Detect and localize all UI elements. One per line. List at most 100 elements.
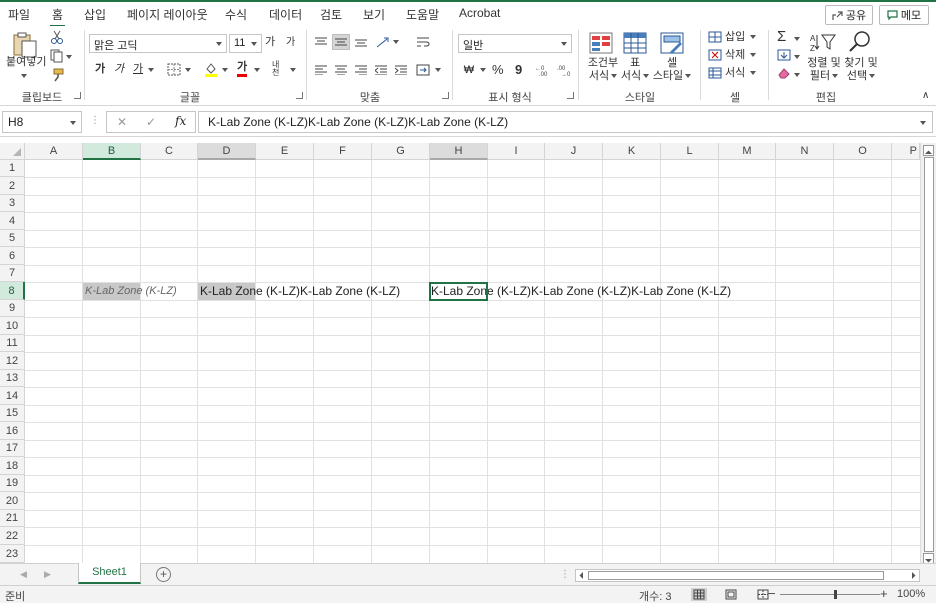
font-launcher[interactable] <box>296 92 303 99</box>
confirm-edit-icon[interactable]: ✓ <box>146 115 156 129</box>
add-sheet-button[interactable]: + <box>156 567 171 582</box>
align-center-button[interactable] <box>332 62 350 78</box>
cell-b8[interactable]: K-Lab Zone (K-LZ) <box>85 285 177 297</box>
formula-bar-splitter[interactable]: ⋮ <box>90 115 100 126</box>
format-cells-button[interactable]: 서식 <box>725 67 757 80</box>
column-header-i[interactable]: I <box>488 143 545 160</box>
row-header-21[interactable]: 21 <box>0 510 25 527</box>
row-header-19[interactable]: 19 <box>0 475 25 492</box>
font-color-dropdown[interactable] <box>252 64 260 77</box>
prev-sheet-icon[interactable]: ◀ <box>20 569 27 580</box>
clear-dropdown[interactable] <box>792 69 800 82</box>
number-launcher[interactable] <box>567 92 574 99</box>
scroll-left-icon[interactable] <box>577 571 586 580</box>
wrap-text-button[interactable] <box>414 34 432 50</box>
status-count[interactable]: 개수: 3 <box>639 588 671 603</box>
paste-icon[interactable] <box>12 31 38 59</box>
select-all-button[interactable] <box>0 143 25 160</box>
row-header-6[interactable]: 6 <box>0 247 25 265</box>
underline-button[interactable]: 가 <box>133 63 143 76</box>
share-button[interactable]: 공유 <box>825 5 873 25</box>
tab-splitter-icon[interactable]: ⋮ <box>560 569 570 580</box>
format-as-table-label-1[interactable]: 표 <box>621 57 649 70</box>
percent-button[interactable]: % <box>492 62 504 78</box>
alignment-launcher[interactable] <box>442 92 449 99</box>
row-header-10[interactable]: 10 <box>0 317 25 335</box>
column-header-p[interactable]: P <box>892 143 920 160</box>
decrease-decimal-button[interactable]: .00 →0 <box>556 62 574 78</box>
page-layout-view-button[interactable] <box>723 588 739 601</box>
orientation-dropdown[interactable] <box>391 36 399 49</box>
row-header-2[interactable]: 2 <box>0 177 25 195</box>
column-header-k[interactable]: K <box>603 143 661 160</box>
align-middle-button[interactable] <box>332 34 350 50</box>
tab-data[interactable]: 데이터 <box>269 6 302 23</box>
insert-function-icon[interactable]: fx <box>175 114 186 128</box>
row-header-18[interactable]: 18 <box>0 457 25 475</box>
font-color-button[interactable]: 가 <box>237 61 248 78</box>
copy-icon[interactable] <box>50 49 64 63</box>
tab-acrobat[interactable]: Acrobat <box>459 6 500 20</box>
formula-input[interactable]: K-Lab Zone (K-LZ)K-Lab Zone (K-LZ)K-Lab … <box>198 111 933 133</box>
paste-dropdown[interactable] <box>19 70 27 83</box>
cell-d8[interactable]: K-Lab Zone (K-LZ)K-Lab Zone (K-LZ) <box>200 284 400 298</box>
zoom-level[interactable]: 100% <box>897 588 925 600</box>
font-size-select[interactable]: 11 <box>229 34 262 53</box>
increase-indent-button[interactable] <box>392 62 410 78</box>
increase-decimal-button[interactable]: ←0.00 <box>534 62 552 78</box>
fill-dropdown[interactable] <box>792 51 800 64</box>
row-header-14[interactable]: 14 <box>0 387 25 405</box>
row-header-12[interactable]: 12 <box>0 352 25 370</box>
row-header-9[interactable]: 9 <box>0 300 25 317</box>
row-header-7[interactable]: 7 <box>0 265 25 282</box>
row-header-22[interactable]: 22 <box>0 527 25 545</box>
fill-color-dropdown[interactable] <box>220 64 228 77</box>
scroll-up-button[interactable] <box>923 145 934 156</box>
delete-cells-icon[interactable] <box>708 49 722 61</box>
clipboard-launcher[interactable] <box>74 92 81 99</box>
scroll-right-icon[interactable] <box>909 571 918 580</box>
find-select-label-2[interactable]: 선택 <box>843 70 879 83</box>
copy-dropdown[interactable] <box>64 51 72 64</box>
orientation-button[interactable] <box>374 34 392 50</box>
zoom-slider-thumb[interactable] <box>834 590 837 599</box>
grow-font-button[interactable]: 가 <box>265 36 275 49</box>
align-left-button[interactable] <box>312 62 330 78</box>
shrink-font-button[interactable]: 가 <box>286 37 295 49</box>
row-header-13[interactable]: 13 <box>0 370 25 387</box>
column-header-m[interactable]: M <box>719 143 776 160</box>
border-dropdown[interactable] <box>183 64 191 77</box>
zoom-out-button[interactable]: − <box>768 586 776 601</box>
vertical-scroll-thumb[interactable] <box>924 157 934 552</box>
phonetic-dropdown[interactable] <box>288 64 296 77</box>
format-cells-icon[interactable] <box>708 67 722 79</box>
cell-styles-icon[interactable] <box>660 32 684 54</box>
column-header-c[interactable]: C <box>141 143 198 160</box>
merge-dropdown[interactable] <box>433 64 441 77</box>
cell-styles-label-2[interactable]: 스타일 <box>652 70 692 83</box>
conditional-format-label-1[interactable]: 조건부 <box>587 57 619 70</box>
find-select-icon[interactable] <box>848 30 872 54</box>
tab-home[interactable]: 홈 <box>49 6 66 28</box>
merge-center-button[interactable] <box>414 62 432 78</box>
cut-icon[interactable] <box>50 30 64 44</box>
format-as-table-label-2[interactable]: 서식 <box>619 70 651 83</box>
row-header-1[interactable]: 1 <box>0 160 25 177</box>
row-header-15[interactable]: 15 <box>0 405 25 422</box>
insert-cells-button[interactable]: 삽입 <box>725 31 757 44</box>
row-header-17[interactable]: 17 <box>0 440 25 457</box>
number-format-select[interactable]: 일반 <box>458 34 572 53</box>
name-box[interactable]: H8 <box>2 111 82 133</box>
column-header-a[interactable]: A <box>25 143 83 160</box>
horizontal-scrollbar[interactable] <box>575 569 920 582</box>
column-header-b[interactable]: B <box>83 143 141 160</box>
tab-insert[interactable]: 삽입 <box>84 6 106 23</box>
zoom-in-button[interactable]: + <box>880 586 888 601</box>
row-header-8[interactable]: 8 <box>0 282 25 300</box>
format-painter-icon[interactable] <box>50 68 64 82</box>
next-sheet-icon[interactable]: ▶ <box>44 569 51 580</box>
align-right-button[interactable] <box>352 62 370 78</box>
fill-color-icon[interactable] <box>204 61 218 77</box>
cancel-edit-icon[interactable]: ✕ <box>117 115 127 129</box>
italic-button[interactable]: 가 <box>114 63 124 76</box>
